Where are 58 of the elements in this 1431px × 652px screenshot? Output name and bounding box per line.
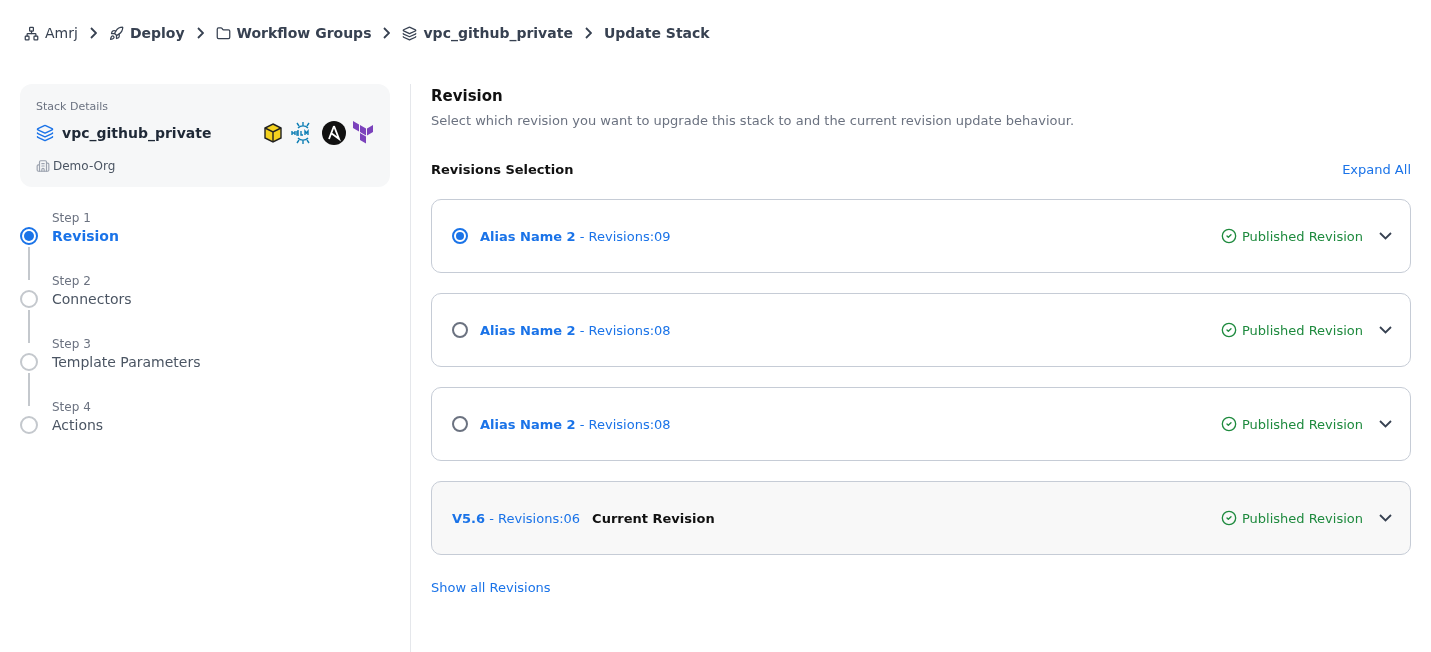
- revision-card[interactable]: Alias Name 2 - Revisions:08 Published Revision: [431, 387, 1411, 461]
- breadcrumb-link[interactable]: Update Stack: [603, 25, 710, 41]
- building-icon: [36, 159, 50, 173]
- current-revision-label: Current Revision: [592, 510, 715, 526]
- chevron-icon: [584, 27, 592, 39]
- expand-all-link[interactable]: Expand All: [1342, 162, 1411, 177]
- step-number: Step 4: [52, 400, 92, 414]
- chevron-down-icon[interactable]: [1379, 420, 1392, 428]
- check-circle-icon: [1220, 228, 1237, 244]
- breadcrumb-link[interactable]: vpc_github_private: [423, 25, 573, 41]
- radio-button[interactable]: [452, 228, 468, 244]
- stack-name: vpc_github_private: [62, 125, 212, 141]
- chevron-down-icon[interactable]: [1379, 514, 1392, 522]
- status-label: Published Revision: [1241, 510, 1363, 526]
- breadcrumb-link[interactable]: Deploy: [129, 25, 185, 41]
- ansible-logo-icon: [322, 121, 346, 145]
- rocket-icon: [108, 25, 124, 41]
- step-number: Step 3: [52, 337, 92, 351]
- revision-title: Alias Name 2 - Revisions:08: [480, 322, 671, 338]
- revision-title: Alias Name 2 - Revisions:08: [480, 416, 671, 432]
- stack-icon: [402, 25, 418, 41]
- radio-button[interactable]: [452, 416, 468, 432]
- revision-title: V5.6 - Revisions:06: [452, 510, 581, 526]
- selection-title: Revisions Selection: [431, 162, 574, 177]
- status-label: Published Revision: [1241, 416, 1363, 432]
- breadcrumb-link[interactable]: Workflow Groups: [236, 25, 372, 41]
- check-circle-icon: [1220, 510, 1237, 526]
- stack-icon: [36, 124, 54, 142]
- step-number: Step 1: [52, 211, 92, 225]
- step-number: Step 2: [52, 274, 92, 288]
- step-label[interactable]: Template Parameters: [52, 354, 390, 370]
- terraform-logo-icon: [352, 121, 374, 145]
- status-label: Published Revision: [1241, 322, 1363, 338]
- check-circle-icon: [1220, 322, 1237, 338]
- section-title: Revision: [431, 87, 504, 105]
- chevron-icon: [196, 27, 204, 39]
- chevron-icon: [383, 27, 391, 39]
- org-name: Demo-Org: [53, 159, 116, 173]
- radio-button[interactable]: [452, 322, 468, 338]
- chevron-icon: [89, 27, 97, 39]
- hierarchy-icon: [24, 25, 39, 41]
- card-caption: Stack Details: [36, 100, 110, 113]
- revision-card[interactable]: Alias Name 2 - Revisions:09 Published Revision: [431, 199, 1411, 273]
- section-description: Select which revision you want to upgrade this stack to and the current revision update behaviour.: [431, 113, 1076, 128]
- revision-title: Alias Name 2 - Revisions:09: [480, 228, 671, 244]
- check-circle-icon: [1220, 416, 1237, 432]
- step-label[interactable]: Revision: [52, 228, 390, 244]
- folder-icon: [215, 25, 231, 41]
- revision-card[interactable]: V5.6 - Revisions:06 Current Revision Published Revision: [431, 481, 1411, 555]
- status-label: Published Revision: [1241, 228, 1363, 244]
- cube-icon: [262, 122, 284, 144]
- step-label[interactable]: Actions: [52, 417, 390, 433]
- chevron-down-icon[interactable]: [1379, 326, 1392, 334]
- chevron-down-icon[interactable]: [1379, 232, 1392, 240]
- breadcrumb-link[interactable]: Amrj: [45, 25, 78, 41]
- step-label[interactable]: Connectors: [52, 291, 390, 307]
- show-all-link[interactable]: Show all Revisions: [431, 580, 551, 595]
- revision-card[interactable]: Alias Name 2 - Revisions:08 Published Revision: [431, 293, 1411, 367]
